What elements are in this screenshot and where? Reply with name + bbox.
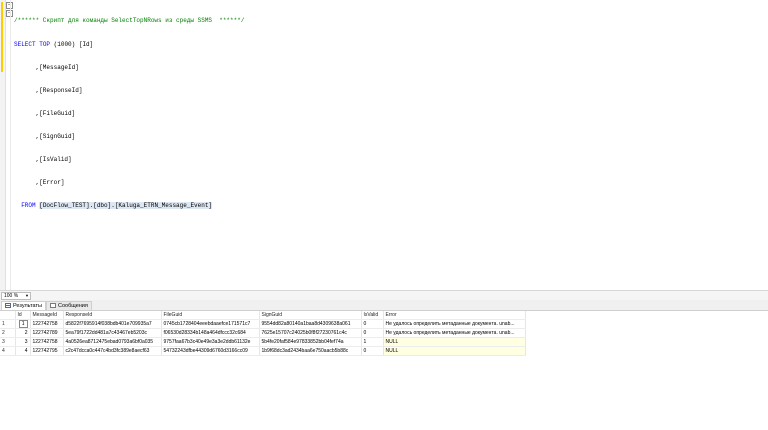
cell-responseid[interactable]: c2c47dcca0c447c4bd3fc389e8aecf63 — [63, 346, 162, 356]
cell-id[interactable]: 3 — [15, 337, 31, 347]
cell-fileguid[interactable]: 0745cb1728404eeebdaaefce171571c7 — [161, 319, 260, 329]
table-reference: [DocFlow_TEST].[dbo].[Kaluga_ETRN_Messag… — [39, 202, 213, 210]
code-line-column: ,[IsValid] — [14, 156, 244, 164]
column-header-responseid[interactable]: ResponseId — [63, 311, 162, 320]
table-row[interactable]: 4 4 122742795 c2c47dcca0c447c4bd3fc389e8… — [0, 346, 526, 356]
cell-signguid[interactable]: 7625e15707c24025b0f8f27230761c4c — [259, 328, 362, 338]
table-row[interactable]: 3 3 122742758 4a0526ea8712475ebad0793a6b… — [0, 337, 526, 347]
cell-isvalid[interactable]: 0 — [361, 346, 384, 356]
cell-id[interactable]: 1 — [15, 319, 31, 329]
grid-icon — [5, 303, 11, 308]
select-keyword: SELECT — [14, 40, 36, 48]
column-name: ,[Error] — [35, 179, 65, 187]
editor-gutter — [0, 0, 6, 290]
cell-error[interactable]: Не удалось определить метаданные докумен… — [383, 328, 526, 338]
cell-responseid[interactable]: d5822f7695914f038bdb401e709935a7 — [63, 319, 162, 329]
row-number[interactable]: 3 — [0, 337, 16, 347]
sql-code[interactable]: /****** Скрипт для команды SelectTopNRow… — [14, 2, 244, 225]
row-number-header[interactable] — [0, 311, 16, 320]
cell-messageid[interactable]: 122742758 — [30, 337, 64, 347]
from-keyword: FROM — [21, 202, 36, 210]
tab-results-label: Результаты — [13, 303, 42, 309]
zoom-select[interactable]: 100 % ▼ — [1, 292, 31, 300]
column-name: ,[IsValid] — [35, 155, 72, 163]
row-number[interactable]: 4 — [0, 346, 16, 356]
cell-id[interactable]: 2 — [15, 328, 31, 338]
cell-isvalid[interactable]: 0 — [361, 319, 384, 329]
column-header-fileguid[interactable]: FileGuid — [161, 311, 260, 320]
cell-signguid[interactable]: 9554dd82a80140a1baa8d4309638a061 — [259, 319, 362, 329]
cell-messageid[interactable]: 122742789 — [30, 328, 64, 338]
results-tabs: Результаты Сообщения — [0, 300, 768, 311]
top-value: (1000) — [53, 40, 76, 48]
cell-fileguid[interactable]: 9757faa67b3c40e49e3a3e2ddb61132e — [161, 337, 260, 347]
tab-messages-label: Сообщения — [58, 303, 88, 309]
cell-signguid[interactable]: 1b9f68dc3ad2434baa6e750aacb5b88c — [259, 346, 362, 356]
code-line-select: SELECT TOP (1000) [Id] — [14, 41, 244, 49]
cell-responseid[interactable]: 5ea79f1722dd481a7c43467eb5203c — [63, 328, 162, 338]
code-comment: /****** Скрипт для команды SelectTopNRow… — [14, 17, 245, 25]
cell-isvalid[interactable]: 1 — [361, 337, 384, 347]
column-id: [Id] — [78, 40, 94, 48]
cell-messageid[interactable]: 122742795 — [30, 346, 64, 356]
editor-margin-line — [10, 0, 11, 290]
code-line-column: ,[MessageId] — [14, 64, 244, 72]
table-row[interactable]: 2 2 122742789 5ea79f1722dd481a7c43467eb5… — [0, 328, 526, 338]
row-number[interactable]: 1 — [0, 319, 16, 329]
column-header-error[interactable]: Error — [383, 311, 526, 320]
cell-messageid[interactable]: 122742758 — [30, 319, 64, 329]
cell-fileguid[interactable]: f06530d28334b148a464dfccc32c684 — [161, 328, 260, 338]
messages-icon — [50, 303, 56, 308]
cell-error[interactable]: NULL — [383, 337, 526, 347]
tab-messages[interactable]: Сообщения — [46, 301, 92, 310]
column-name: ,[FileGuid] — [35, 109, 76, 117]
results-grid[interactable]: Id MessageId ResponseId FileGuid SignGui… — [0, 311, 768, 430]
query-editor[interactable]: − − /****** Скрипт для команды SelectTop… — [0, 0, 768, 290]
code-line-from: FROM [DocFlow_TEST].[dbo].[Kaluga_ETRN_M… — [14, 202, 244, 210]
results-table: Id MessageId ResponseId FileGuid SignGui… — [0, 311, 526, 356]
cell-isvalid[interactable]: 0 — [361, 328, 384, 338]
code-line-column: ,[SignGuid] — [14, 133, 244, 141]
cell-fileguid[interactable]: 54732243dfbe44309d6760d3166cc09 — [161, 346, 260, 356]
column-header-messageid[interactable]: MessageId — [30, 311, 64, 320]
cell-responseid[interactable]: 4a0526ea8712475ebad0793a6bf0a035 — [63, 337, 162, 347]
cell-error[interactable]: Не удалось определить метаданные докумен… — [383, 319, 526, 329]
chevron-down-icon[interactable]: ▼ — [25, 293, 29, 299]
column-name: ,[ResponseId] — [35, 86, 83, 94]
column-header-id[interactable]: Id — [15, 311, 31, 320]
cell-id-value: 1 — [18, 320, 28, 328]
column-name: ,[MessageId] — [35, 63, 79, 71]
column-name: ,[SignGuid] — [35, 132, 76, 140]
tab-results[interactable]: Результаты — [1, 301, 46, 310]
code-line-column: ,[FileGuid] — [14, 110, 244, 118]
cell-id[interactable]: 4 — [15, 346, 31, 356]
table-row[interactable]: 1 1 122742758 d5822f7695914f038bdb401e70… — [0, 319, 526, 329]
row-number[interactable]: 2 — [0, 328, 16, 338]
cell-signguid[interactable]: 5b4fe20faf584e97833852bb04fef74a — [259, 337, 362, 347]
column-header-isvalid[interactable]: IsValid — [361, 311, 384, 320]
code-line-column: ,[Error] — [14, 179, 244, 187]
code-line-column: ,[ResponseId] — [14, 87, 244, 95]
column-header-signguid[interactable]: SignGuid — [259, 311, 362, 320]
zoom-value: 100 % — [4, 293, 19, 299]
change-marker — [1, 2, 3, 72]
top-keyword: TOP — [39, 40, 51, 48]
cell-error[interactable]: NULL — [383, 346, 526, 356]
header-row: Id MessageId ResponseId FileGuid SignGui… — [0, 311, 526, 320]
